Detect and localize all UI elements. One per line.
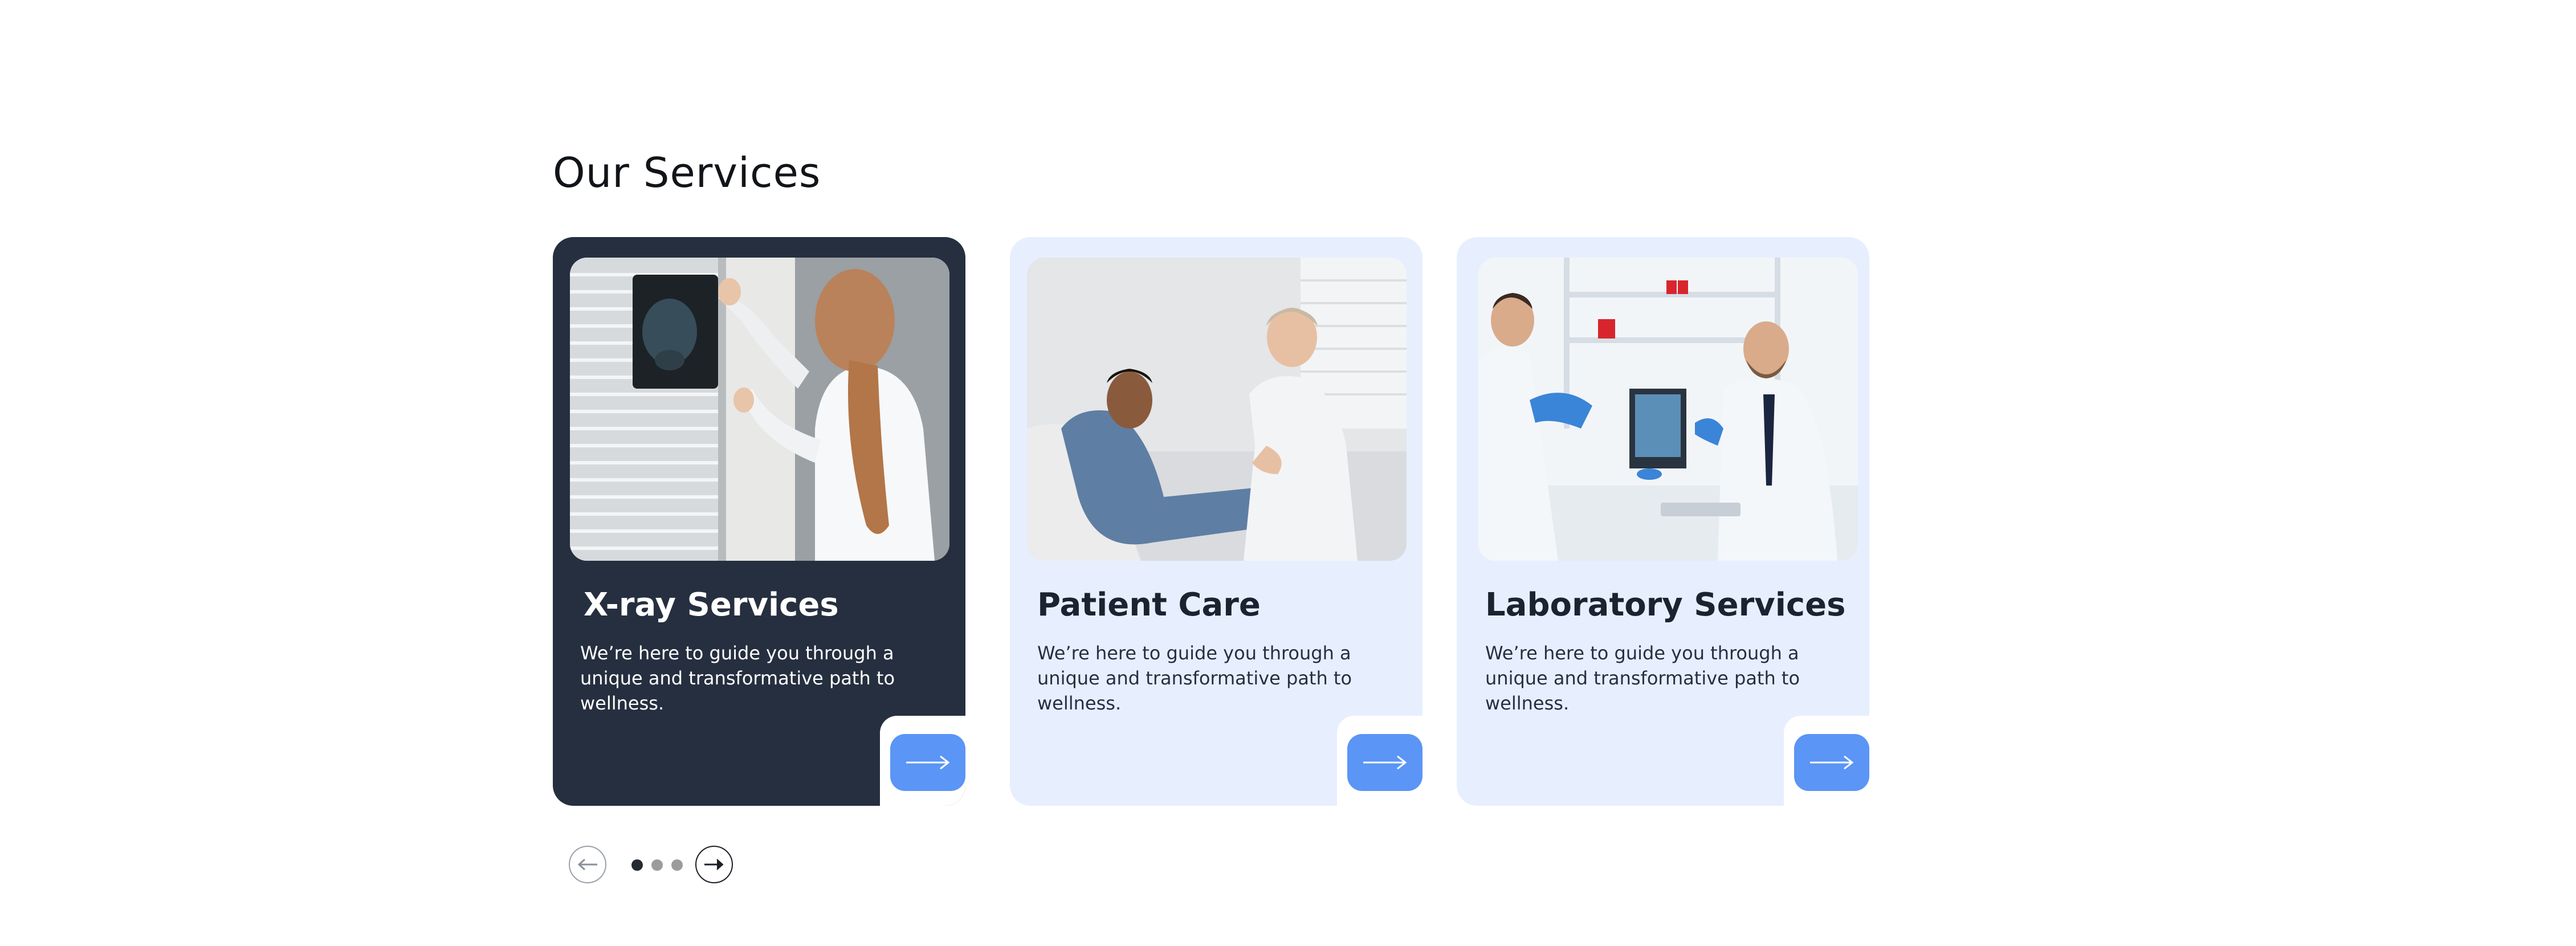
card-title: Patient Care [1037, 586, 1261, 623]
patient-care-image [1027, 258, 1407, 561]
section-title: Our Services [553, 149, 821, 197]
card-title: Laboratory Services [1485, 586, 1846, 623]
pager-dot-2[interactable] [651, 859, 663, 871]
card-description: We’re here to guide you through a unique… [580, 642, 895, 714]
pager-dot-1[interactable] [631, 859, 643, 871]
card-description: We’re here to guide you through a unique… [1485, 642, 1800, 714]
services-section: Our Services X-ray Services We’re here t… [0, 0, 2576, 946]
previous-slide-button[interactable] [569, 846, 606, 883]
arrow-right-icon [704, 859, 724, 870]
service-card-patient-care[interactable]: Patient Care We’re here to guide you thr… [1010, 237, 1422, 806]
arrow-left-icon [577, 858, 597, 871]
arrow-right-icon [1810, 755, 1854, 770]
patient-care-arrow-button[interactable] [1347, 734, 1422, 791]
xray-services-image [570, 258, 949, 561]
service-card-laboratory[interactable]: Laboratory Services We’re here to guide … [1457, 237, 1869, 806]
xray-services-arrow-button[interactable] [890, 734, 965, 791]
next-slide-button[interactable] [695, 846, 733, 883]
laboratory-services-image [1478, 258, 1858, 561]
card-description: We’re here to guide you through a unique… [1037, 642, 1352, 714]
arrow-right-icon [906, 755, 950, 770]
pager-dot-3[interactable] [671, 859, 683, 871]
laboratory-services-arrow-button[interactable] [1794, 734, 1869, 791]
card-title: X-ray Services [584, 586, 839, 623]
arrow-right-icon [1363, 755, 1407, 770]
service-card-xray[interactable]: X-ray Services We’re here to guide you t… [553, 237, 965, 806]
